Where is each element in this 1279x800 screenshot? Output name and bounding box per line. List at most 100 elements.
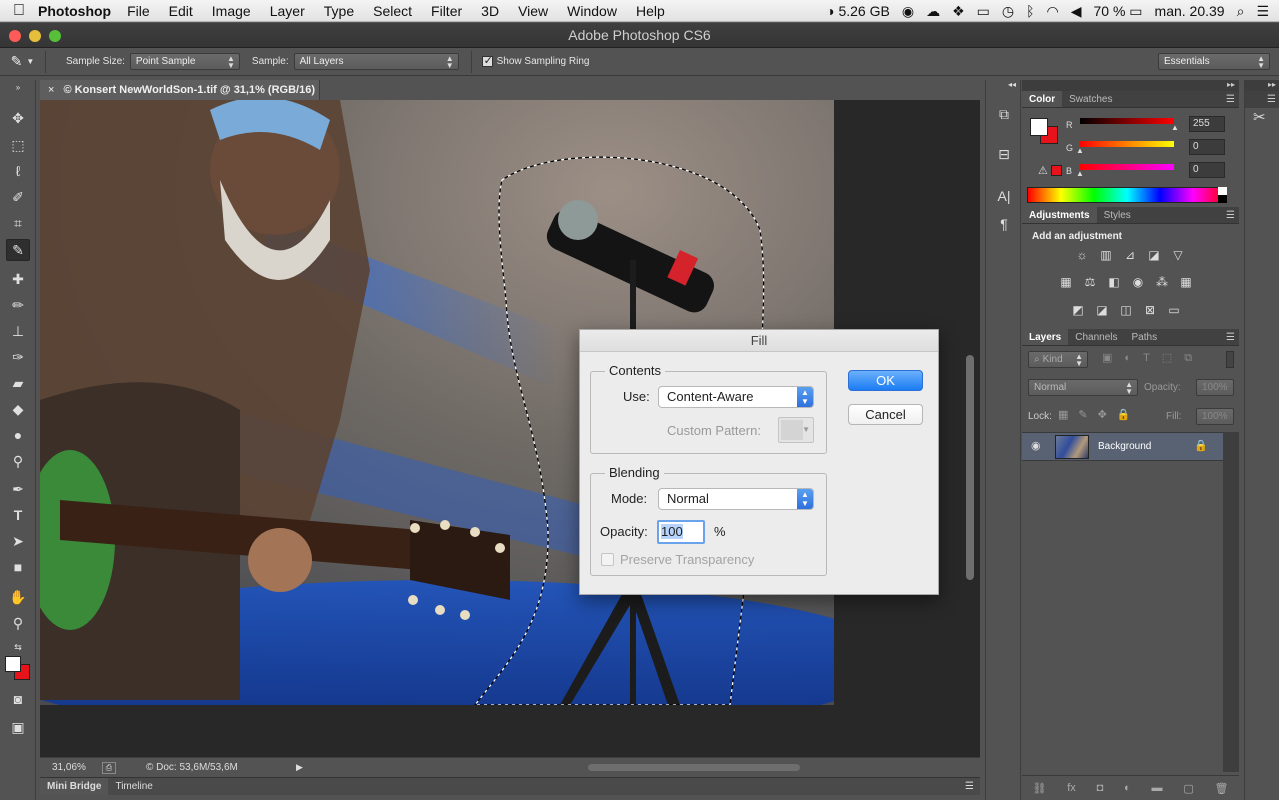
type-tool-icon[interactable]: T (6, 504, 30, 526)
history-brush-tool-icon[interactable]: ✑ (6, 346, 30, 368)
fill-input[interactable]: 100% (1196, 408, 1234, 425)
channel-mixer-icon[interactable]: ⁂ (1153, 275, 1171, 289)
history-panel-icon[interactable]: ⧉ (994, 106, 1014, 126)
hand-tool-icon[interactable]: ✋ (6, 586, 30, 608)
menu-file[interactable]: File (127, 3, 150, 19)
menu-edit[interactable]: Edit (169, 3, 193, 19)
wifi-icon[interactable]: ◠ (1046, 3, 1058, 20)
r-value-input[interactable]: 255 (1189, 116, 1225, 132)
r-slider-track[interactable] (1080, 118, 1174, 124)
volume-icon[interactable]: ◀ (1071, 3, 1082, 20)
cancel-button[interactable]: Cancel (848, 404, 923, 425)
brightness-contrast-icon[interactable]: ☼ (1073, 248, 1091, 262)
lock-all-icon[interactable]: 🔒 (1117, 409, 1141, 421)
blend-mode-select[interactable]: Normal ▲ ▼ (1028, 379, 1138, 396)
lasso-tool-icon[interactable]: ℓ (6, 160, 30, 182)
new-group-icon[interactable]: ▬ (1152, 782, 1163, 794)
sample-size-select[interactable]: Point Sample ▲ ▼ (129, 53, 240, 70)
foreground-color-swatch[interactable] (5, 656, 21, 672)
tab-channels[interactable]: Channels (1068, 329, 1124, 345)
tab-styles[interactable]: Styles (1097, 207, 1138, 223)
tool-preset-picker[interactable]: ✎ ▼ (0, 50, 46, 73)
status-menu-arrow-icon[interactable]: ▶ (296, 762, 303, 773)
show-sampling-ring-checkbox[interactable]: ✓ (481, 55, 493, 67)
document-tab[interactable]: × © Konsert NewWorldSon-1.tif @ 31,1% (R… (40, 80, 320, 100)
layer-opacity-input[interactable]: 100% (1196, 379, 1234, 396)
menu-help[interactable]: Help (636, 3, 665, 19)
color-balance-icon[interactable]: ⚖ (1081, 275, 1099, 289)
filter-adjustment-icon[interactable]: ◐ (1124, 352, 1143, 364)
opacity-input[interactable]: 100 (657, 520, 705, 544)
tool-presets-icon[interactable]: ✂ (1253, 108, 1266, 126)
g-slider-handle-icon[interactable]: ▲ (1076, 146, 1084, 155)
gradient-map-icon[interactable]: ▭ (1165, 303, 1183, 317)
vertical-scrollbar[interactable] (966, 355, 974, 580)
vibrance-icon[interactable]: ▽ (1169, 248, 1187, 262)
color-lookup-icon[interactable]: ▦ (1177, 275, 1195, 289)
tab-paths[interactable]: Paths (1125, 329, 1165, 345)
panel-menu-icon[interactable]: ☰ (1226, 329, 1235, 346)
tab-timeline[interactable]: Timeline (108, 778, 159, 795)
finder-sync-icon[interactable]: ☁ (926, 3, 940, 20)
g-slider-track[interactable] (1080, 141, 1174, 147)
lock-transparent-icon[interactable]: ▦ (1058, 409, 1078, 421)
sample-select[interactable]: All Layers ▲ ▼ (293, 53, 459, 70)
black-white-ramp[interactable] (1218, 187, 1227, 203)
out-of-gamut-warning-icon[interactable]: ⚠ (1038, 164, 1048, 177)
collapse-panels-icon[interactable]: ▸▸ (1022, 80, 1239, 91)
add-mask-icon[interactable]: ◘ (1097, 782, 1104, 794)
filter-shape-icon[interactable]: ⬚ (1162, 352, 1184, 364)
color-panel-foreground-swatch[interactable] (1030, 118, 1048, 136)
path-selection-tool-icon[interactable]: ➤ (6, 530, 30, 552)
b-slider-handle-icon[interactable]: ▲ (1076, 169, 1084, 178)
airplay-icon[interactable]: ▭ (977, 3, 990, 20)
selective-color-icon[interactable]: ⊠ (1141, 303, 1159, 317)
brush-tool-icon[interactable]: ✏ (6, 294, 30, 316)
zoom-level[interactable]: 31,06% (52, 762, 102, 773)
link-layers-icon[interactable]: ⛓ (1032, 782, 1046, 795)
blur-tool-icon[interactable]: ● (6, 424, 30, 446)
minimize-window-icon[interactable] (29, 30, 41, 42)
time-machine-icon[interactable]: ◷ (1002, 3, 1014, 20)
layer-thumbnail[interactable] (1055, 435, 1089, 459)
doc-info-icon[interactable]: ⎙ (102, 761, 116, 774)
tab-mini-bridge[interactable]: Mini Bridge (40, 778, 109, 795)
paragraph-panel-icon[interactable]: ¶ (994, 216, 1014, 236)
panel-menu-icon[interactable]: ☰ (1226, 91, 1235, 108)
quick-mask-icon[interactable]: ◙ (6, 688, 30, 710)
character-panel-icon[interactable]: A| (994, 188, 1014, 208)
black-white-icon[interactable]: ◧ (1105, 275, 1123, 289)
close-document-icon[interactable]: × (48, 84, 54, 96)
lock-pixels-icon[interactable]: ✎ (1078, 409, 1097, 421)
filter-toggle[interactable] (1226, 351, 1234, 368)
menu-app-photoshop[interactable]: Photoshop (38, 3, 111, 19)
panel-menu-icon[interactable]: ☰ (1245, 91, 1279, 108)
tab-adjustments[interactable]: Adjustments (1022, 207, 1097, 223)
menu-filter[interactable]: Filter (431, 3, 462, 19)
paint-bucket-tool-icon[interactable]: ◆ (6, 398, 30, 420)
pen-tool-icon[interactable]: ✒ (6, 478, 30, 500)
layers-scrollbar[interactable] (1223, 432, 1239, 772)
menu-select[interactable]: Select (373, 3, 412, 19)
battery-indicator[interactable]: 70 % ▭ (1093, 3, 1142, 20)
g-value-input[interactable]: 0 (1189, 139, 1225, 155)
swap-colors-icon[interactable]: ⇆ (6, 636, 30, 658)
lock-position-icon[interactable]: ✥ (1098, 409, 1117, 421)
spotlight-search-icon[interactable]: ⌕ (1237, 3, 1245, 20)
screen-mode-icon[interactable]: ▣ (6, 716, 30, 738)
eyedropper-tool-icon[interactable]: ✎ (6, 239, 30, 261)
tab-layers[interactable]: Layers (1022, 329, 1069, 345)
menu-window[interactable]: Window (567, 3, 617, 19)
panel-menu-icon[interactable]: ☰ (1226, 207, 1235, 224)
mode-select[interactable]: Normal ▲ ▼ (658, 488, 814, 510)
dropbox-icon[interactable]: ❖ (952, 3, 965, 20)
filter-smart-object-icon[interactable]: ⧉ (1184, 352, 1204, 364)
curves-icon[interactable]: ⊿ (1121, 248, 1139, 262)
exposure-icon[interactable]: ◪ (1145, 248, 1163, 262)
ok-button[interactable]: OK (848, 370, 923, 391)
invert-icon[interactable]: ◩ (1069, 303, 1087, 317)
properties-panel-icon[interactable]: ⊟ (994, 146, 1014, 166)
notifications-icon[interactable]: ◉ (902, 3, 914, 20)
photo-filter-icon[interactable]: ◉ (1129, 275, 1147, 289)
close-window-icon[interactable] (9, 30, 21, 42)
